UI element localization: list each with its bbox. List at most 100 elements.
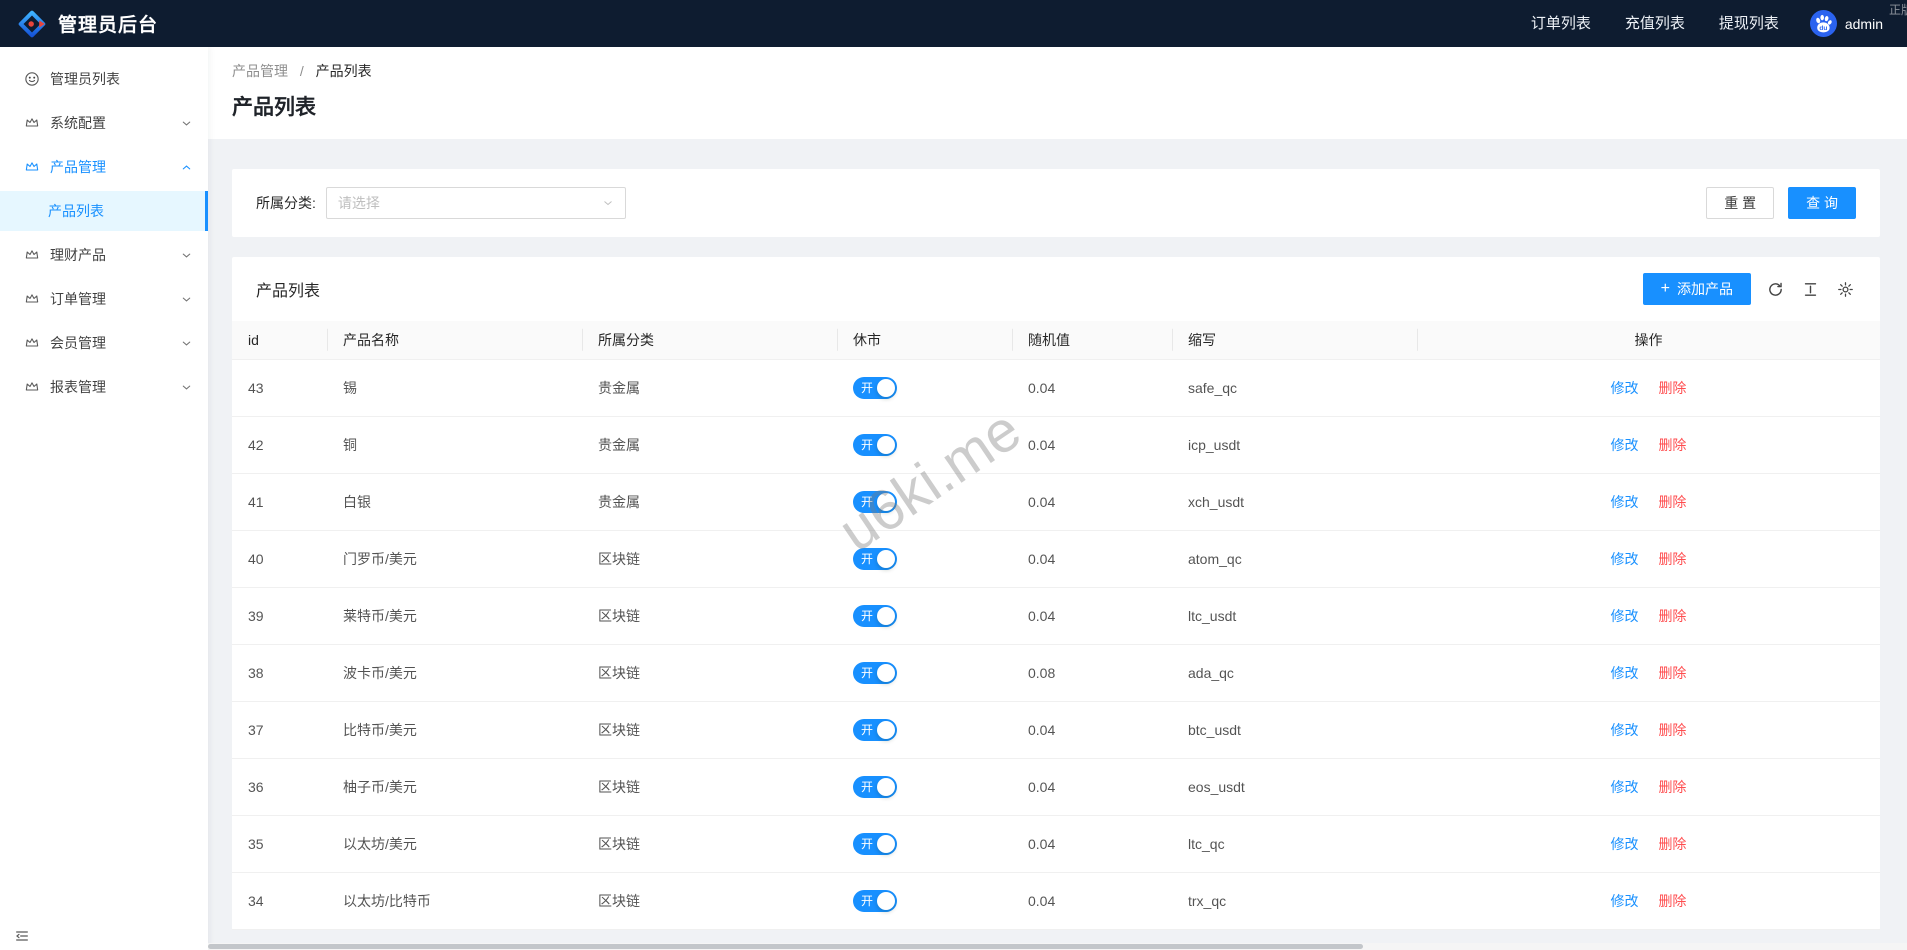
sidebar-item-report-management[interactable]: 报表管理 [0, 367, 208, 407]
plus-icon: + [1661, 281, 1670, 297]
edit-link[interactable]: 修改 [1611, 494, 1639, 510]
breadcrumb-separator: / [300, 63, 304, 79]
category-select[interactable]: 请选择 [326, 187, 626, 219]
edit-link[interactable]: 修改 [1611, 551, 1639, 567]
market-toggle[interactable]: 开 [853, 605, 897, 627]
sidebar-item-product-list[interactable]: 产品列表 [0, 191, 208, 231]
cell-category: 区块链 [582, 588, 837, 645]
cell-product-name: 柚子币/美元 [327, 759, 582, 816]
table-row: 34 以太坊/比特币 区块链 开 0.04 trx_qc 修改 删除 [232, 873, 1880, 930]
edit-link[interactable]: 修改 [1611, 608, 1639, 624]
cell-random-value: 0.04 [1012, 417, 1172, 474]
nav-link-recharge[interactable]: 充值列表 [1608, 0, 1702, 47]
edit-link[interactable]: 修改 [1611, 437, 1639, 453]
edit-link[interactable]: 修改 [1611, 665, 1639, 681]
cell-abbreviation: eos_usdt [1172, 759, 1417, 816]
cell-market: 开 [837, 816, 1012, 873]
search-button[interactable]: 查 询 [1788, 187, 1856, 219]
cell-random-value: 0.08 [1012, 645, 1172, 702]
sidebar-item-product-management[interactable]: 产品管理 [0, 147, 208, 187]
delete-link[interactable]: 删除 [1658, 494, 1686, 510]
delete-link[interactable]: 删除 [1658, 722, 1686, 738]
select-placeholder: 请选择 [338, 193, 380, 213]
toggle-on-label: 开 [861, 662, 873, 684]
market-toggle[interactable]: 开 [853, 491, 897, 513]
sidebar-item-admin-list[interactable]: 管理员列表 [0, 59, 208, 99]
breadcrumb-parent[interactable]: 产品管理 [232, 63, 288, 79]
sidebar-item-label: 报表管理 [50, 377, 106, 397]
market-toggle[interactable]: 开 [853, 377, 897, 399]
edit-link[interactable]: 修改 [1611, 836, 1639, 852]
edit-link[interactable]: 修改 [1611, 380, 1639, 396]
edit-link[interactable]: 修改 [1611, 779, 1639, 795]
cell-random-value: 0.04 [1012, 759, 1172, 816]
delete-link[interactable]: 删除 [1658, 779, 1686, 795]
chevron-down-icon [602, 197, 614, 209]
toggle-on-label: 开 [861, 890, 873, 912]
nav-link-orders[interactable]: 订单列表 [1514, 0, 1608, 47]
delete-link[interactable]: 删除 [1658, 608, 1686, 624]
nav-link-withdraw[interactable]: 提现列表 [1702, 0, 1796, 47]
delete-link[interactable]: 删除 [1658, 665, 1686, 681]
market-toggle[interactable]: 开 [853, 890, 897, 912]
delete-link[interactable]: 删除 [1658, 437, 1686, 453]
cell-product-name: 门罗币/美元 [327, 531, 582, 588]
delete-link[interactable]: 删除 [1658, 893, 1686, 909]
scrollbar-thumb[interactable] [208, 944, 1363, 949]
add-product-button[interactable]: + 添加产品 [1643, 273, 1751, 305]
toggle-on-label: 开 [861, 605, 873, 627]
cell-market: 开 [837, 873, 1012, 930]
cell-id: 42 [232, 417, 327, 474]
market-toggle[interactable]: 开 [853, 833, 897, 855]
toggle-knob [877, 607, 895, 625]
cell-market: 开 [837, 645, 1012, 702]
delete-link[interactable]: 删除 [1658, 380, 1686, 396]
navbar-right: 订单列表 充值列表 提现列表 du admin [1514, 0, 1893, 47]
toggle-knob [877, 721, 895, 739]
reload-icon[interactable] [1765, 279, 1786, 300]
crown-icon [24, 291, 40, 307]
toggle-on-label: 开 [861, 548, 873, 570]
products-table: id 产品名称 所属分类 休市 随机值 缩写 操作 43 锡 贵金属 开 0. [232, 321, 1880, 930]
market-toggle[interactable]: 开 [853, 662, 897, 684]
table-row: 40 门罗币/美元 区块链 开 0.04 atom_qc 修改 删除 [232, 531, 1880, 588]
toggle-knob [877, 493, 895, 511]
edit-link[interactable]: 修改 [1611, 893, 1639, 909]
sidebar-item-label: 订单管理 [50, 289, 106, 309]
market-toggle[interactable]: 开 [853, 776, 897, 798]
cell-market: 开 [837, 360, 1012, 417]
page-header: 产品管理 / 产品列表 产品列表 [208, 47, 1907, 139]
toggle-knob [877, 778, 895, 796]
sidebar-item-order-management[interactable]: 订单管理 [0, 279, 208, 319]
market-toggle[interactable]: 开 [853, 434, 897, 456]
chevron-down-icon [181, 382, 192, 393]
menu-fold-icon[interactable] [14, 928, 30, 944]
username: admin [1845, 16, 1883, 32]
avatar: du [1810, 10, 1837, 37]
sidebar-item-member-management[interactable]: 会员管理 [0, 323, 208, 363]
edit-link[interactable]: 修改 [1611, 722, 1639, 738]
sidebar-item-financial-products[interactable]: 理财产品 [0, 235, 208, 275]
svg-text:du: du [1819, 25, 1827, 32]
cell-random-value: 0.04 [1012, 360, 1172, 417]
delete-link[interactable]: 删除 [1658, 836, 1686, 852]
user-menu[interactable]: du admin [1796, 10, 1893, 37]
toggle-knob [877, 664, 895, 682]
cell-category: 区块链 [582, 759, 837, 816]
crown-icon [24, 335, 40, 351]
settings-gear-icon[interactable] [1835, 279, 1856, 300]
smile-icon [24, 71, 40, 87]
delete-link[interactable]: 删除 [1658, 551, 1686, 567]
cell-product-name: 莱特币/美元 [327, 588, 582, 645]
cell-id: 36 [232, 759, 327, 816]
toggle-on-label: 开 [861, 776, 873, 798]
market-toggle[interactable]: 开 [853, 719, 897, 741]
market-toggle[interactable]: 开 [853, 548, 897, 570]
sidebar-item-system-config[interactable]: 系统配置 [0, 103, 208, 143]
cell-id: 34 [232, 873, 327, 930]
column-height-icon[interactable] [1800, 279, 1821, 300]
cell-product-name: 比特币/美元 [327, 702, 582, 759]
table-row: 38 波卡币/美元 区块链 开 0.08 ada_qc 修改 删除 [232, 645, 1880, 702]
reset-button[interactable]: 重 置 [1706, 187, 1774, 219]
col-header-id: id [232, 321, 327, 360]
